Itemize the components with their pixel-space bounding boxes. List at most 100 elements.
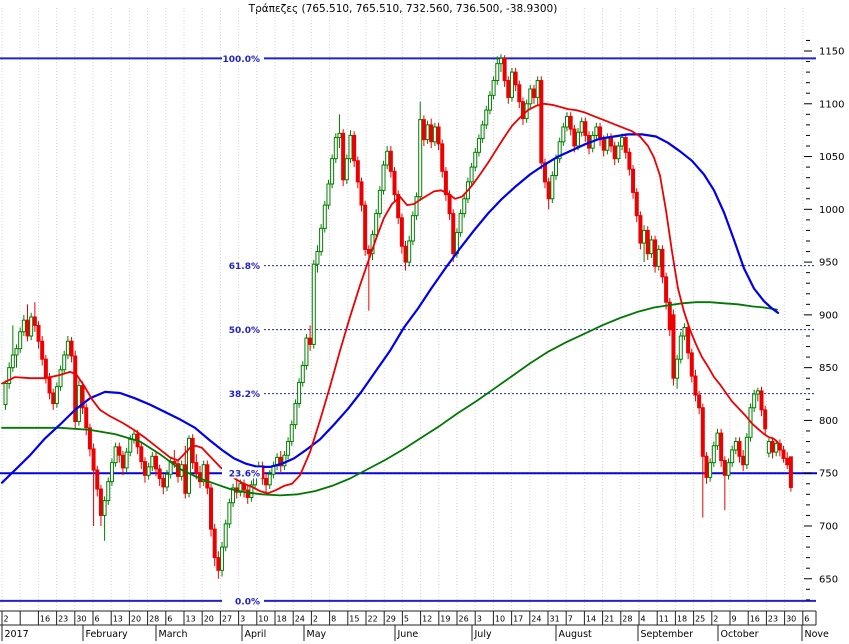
candle-up — [425, 124, 430, 141]
month-label: February — [86, 629, 128, 640]
month-label: October — [721, 629, 759, 640]
candle-down — [601, 139, 606, 151]
candle-up — [755, 390, 760, 395]
candle-up — [146, 466, 151, 476]
candle-down — [359, 181, 364, 206]
candle-down — [686, 327, 691, 354]
candle-up — [491, 80, 496, 96]
candle-down — [660, 248, 665, 278]
month-label: July — [474, 629, 492, 640]
fib-label: 100.0% — [223, 55, 261, 65]
candle-up — [348, 134, 353, 160]
candle-down — [697, 394, 702, 409]
candle-up — [642, 229, 647, 244]
candle-up — [3, 382, 8, 406]
candle-up — [109, 462, 114, 483]
week-label: 28 — [149, 615, 159, 624]
chart-window: Τράπεζες (765.510, 765.510, 732.560, 736… — [0, 0, 849, 644]
candle-down — [612, 145, 617, 160]
week-label: 15 — [349, 615, 359, 624]
candle-down — [627, 151, 632, 170]
candle-down — [451, 213, 456, 255]
candle-up — [76, 385, 81, 422]
candle-down — [341, 132, 346, 181]
month-label: March — [159, 629, 188, 640]
week-label: 3 — [477, 615, 482, 624]
week-label: 20 — [204, 615, 214, 624]
candle-up — [220, 546, 225, 571]
week-label: 13 — [186, 615, 196, 624]
candle-up — [649, 239, 654, 255]
candle-down — [623, 137, 628, 153]
candle-up — [65, 340, 70, 356]
candle-down — [777, 443, 782, 451]
candle-up — [561, 126, 566, 143]
month-label: May — [307, 629, 327, 640]
fib-label: 61.8% — [229, 262, 260, 272]
candle-down — [700, 407, 705, 457]
candle-up — [315, 251, 320, 265]
candle-down — [722, 460, 727, 476]
fib-lines — [0, 57, 816, 602]
candle-down — [436, 126, 441, 145]
week-label: 10 — [495, 615, 505, 624]
candle-up — [605, 137, 610, 151]
candle-up — [374, 213, 379, 236]
candle-up — [227, 502, 232, 525]
fib-label: 38.2% — [229, 390, 260, 400]
month-label: April — [245, 629, 267, 640]
candle-up — [458, 213, 463, 234]
week-label: 25 — [695, 615, 705, 624]
candle-down — [183, 464, 188, 494]
candle-down — [87, 427, 92, 450]
week-label: 4 — [641, 615, 646, 624]
month-label: Nove — [805, 629, 830, 640]
candle-up — [54, 386, 59, 405]
candle-up — [124, 451, 129, 469]
candle-down — [759, 390, 764, 411]
candle-down — [719, 432, 724, 462]
y-axis-label: 1050 — [819, 152, 844, 163]
week-label: 29 — [386, 615, 396, 624]
candle-down — [447, 194, 452, 215]
candle-up — [711, 445, 716, 464]
week-label: 22 — [368, 615, 378, 624]
week-label: 3 — [240, 615, 245, 624]
candle-down — [245, 489, 250, 498]
week-label: 13 — [113, 615, 123, 624]
candle-down — [429, 124, 434, 143]
candle-down — [631, 168, 636, 193]
week-label: 18 — [277, 615, 287, 624]
y-axis-label: 1000 — [819, 205, 844, 216]
candle-down — [392, 170, 397, 196]
candle-up — [297, 381, 302, 405]
candle-up — [14, 348, 19, 356]
candle-down — [209, 487, 214, 530]
candle-up — [407, 240, 412, 263]
candle-down — [43, 358, 48, 378]
candle-up — [267, 473, 272, 486]
week-label: 30 — [76, 615, 86, 624]
candle-up — [594, 126, 599, 136]
candle-down — [583, 121, 588, 136]
candle-down — [531, 88, 536, 98]
candle-up — [58, 369, 63, 388]
candle-down — [190, 437, 195, 464]
candle-up — [113, 446, 118, 464]
candle-down — [47, 376, 52, 394]
candle-up — [509, 71, 514, 98]
candle-up — [286, 441, 291, 456]
candle-up — [311, 263, 316, 345]
candle-up — [319, 227, 324, 253]
week-label: 10 — [258, 615, 268, 624]
candle-up — [495, 63, 500, 82]
candle-up — [774, 443, 779, 453]
candle-down — [363, 204, 368, 250]
candle-up — [150, 455, 155, 468]
candle-up — [480, 124, 485, 140]
candle-up — [744, 436, 749, 466]
week-label: 11 — [659, 615, 669, 624]
candle-down — [517, 84, 522, 103]
candle-down — [546, 181, 551, 200]
candle-down — [667, 301, 672, 331]
